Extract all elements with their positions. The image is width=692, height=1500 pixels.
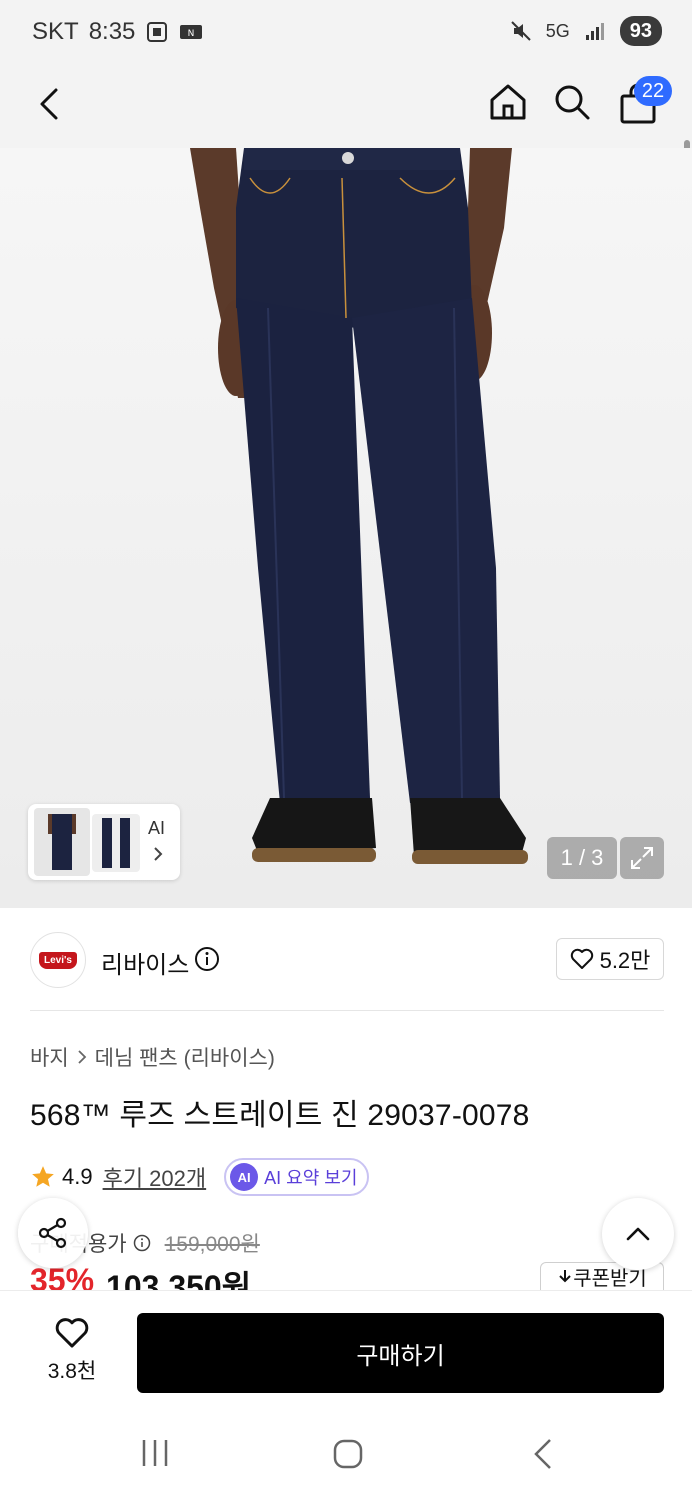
screenshot-icon	[147, 22, 168, 42]
recent-apps-icon[interactable]	[138, 1438, 172, 1468]
network-label: 5G	[545, 20, 570, 41]
battery-level: 93	[629, 19, 652, 42]
breadcrumb-subcategory[interactable]: 데님 팬츠 (리바이스)	[95, 1042, 275, 1072]
expand-image-button[interactable]	[620, 837, 664, 879]
rating-row: 4.9 후기 202개 AI AI 요약 보기	[30, 1158, 370, 1196]
star-icon	[32, 1166, 54, 1187]
cart-count-badge: 22	[634, 76, 672, 106]
brand-like-button[interactable]: 5.2만	[556, 938, 664, 980]
brand-like-count: 5.2만	[599, 948, 651, 973]
clock: 8:35	[88, 18, 136, 45]
status-left: SKT 8:35 N	[32, 18, 203, 46]
brand-logo[interactable]: Levi's	[30, 932, 86, 988]
wishlist-count: 3.8천	[47, 1360, 97, 1383]
share-button[interactable]	[18, 1198, 88, 1268]
expand-icon	[631, 847, 653, 869]
buy-button[interactable]: 구매하기	[137, 1313, 664, 1393]
purchase-bar: 3.8천 구매하기	[0, 1290, 692, 1406]
original-price: 159,000원	[164, 1233, 260, 1256]
image-thumbnail-strip[interactable]: AI	[28, 804, 180, 880]
levis-logo-text: Levi's	[39, 951, 77, 969]
home-button-icon[interactable]	[332, 1438, 364, 1470]
image-page-indicator: 1 / 3	[547, 837, 617, 879]
product-image[interactable]	[0, 148, 692, 908]
thumbnail-side[interactable]	[92, 814, 140, 872]
ai-label: AI	[148, 818, 166, 838]
chevron-up-icon	[626, 1227, 650, 1241]
download-icon	[559, 1269, 571, 1282]
status-right: 5G 93	[510, 16, 662, 46]
carrier-label: SKT	[32, 18, 79, 45]
mute-icon	[511, 21, 531, 41]
thumbnail-front[interactable]	[34, 808, 90, 876]
ai-summary-label: AI 요약 보기	[264, 1168, 358, 1188]
home-icon[interactable]	[486, 80, 530, 124]
share-icon	[38, 1217, 67, 1249]
status-bar: SKT 8:35 N 5G 93	[0, 0, 692, 66]
heart-icon	[55, 1318, 89, 1348]
battery-indicator: 93	[619, 16, 662, 46]
breadcrumb: 바지 데님 팬츠 (리바이스)	[30, 1042, 275, 1072]
nfc-icon: N	[180, 25, 203, 39]
rating-value: 4.9	[62, 1164, 93, 1189]
wishlist-button[interactable]: 3.8천	[28, 1317, 116, 1385]
jeans-model-illustration	[190, 148, 528, 864]
chevron-right-icon[interactable]	[148, 844, 168, 864]
breadcrumb-category[interactable]: 바지	[30, 1042, 69, 1072]
top-app-bar: 22	[0, 66, 692, 206]
signal-icon	[585, 23, 604, 40]
system-navigation-bar	[0, 1406, 692, 1500]
back-icon[interactable]	[30, 82, 74, 126]
section-divider	[30, 1010, 664, 1011]
sale-price: 103,350원	[106, 1269, 252, 1290]
heart-icon	[570, 948, 593, 969]
product-title: 568™ 루즈 스트레이트 진 29037-0078	[30, 1099, 530, 1132]
system-back-icon[interactable]	[528, 1436, 558, 1472]
info-icon[interactable]	[194, 946, 220, 972]
svg-text:N: N	[188, 29, 195, 39]
review-link[interactable]: 후기 202개	[103, 1161, 207, 1193]
brand-name[interactable]: 리바이스	[101, 945, 189, 980]
ai-summary-button[interactable]: AI AI 요약 보기	[224, 1158, 370, 1196]
info-icon[interactable]	[133, 1234, 151, 1252]
ai-badge-icon: AI	[230, 1163, 259, 1191]
chevron-right-icon	[78, 1050, 86, 1064]
search-icon[interactable]	[550, 80, 594, 124]
scroll-to-top-button[interactable]	[602, 1198, 674, 1270]
